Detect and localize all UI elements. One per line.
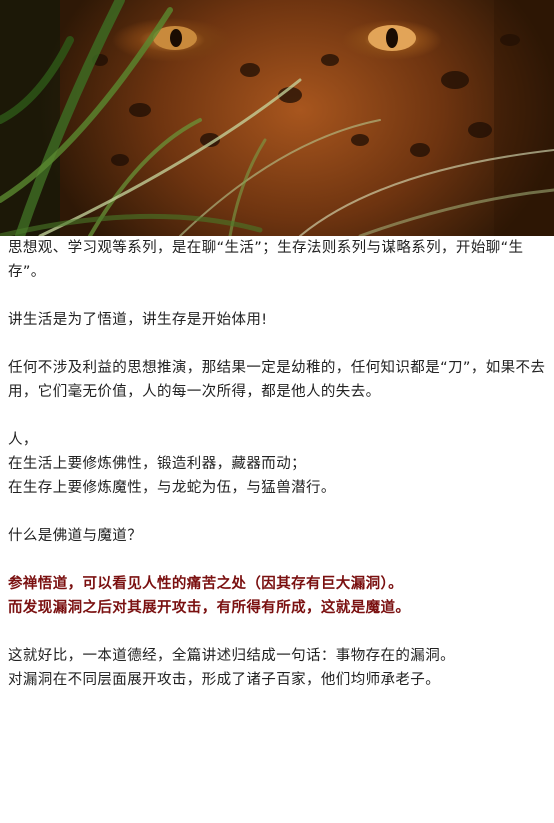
paragraph-person: 人， — [8, 432, 38, 448]
paragraph-person-life: 在生活上要修炼佛性，锻造利器，藏器而动； — [8, 456, 306, 472]
emphasis-line-2: 而发现漏洞之后对其展开攻击，有所得有所成，这就是魔道。 — [8, 600, 411, 616]
paragraph-intro: 思想观、学习观等系列，是在聊“生活”；生存法则系列与谋略系列，开始聊“生存”。 — [8, 240, 524, 280]
jaguar-photo — [0, 0, 554, 236]
article-body: 思想观、学习观等系列，是在聊“生活”；生存法则系列与谋略系列，开始聊“生存”。 … — [0, 236, 554, 692]
paragraph-question: 什么是佛道与魔道？ — [8, 528, 143, 544]
paragraph-daodejing: 这就好比，一本道德经，全篇讲述归结成一句话：事物存在的漏洞。 — [8, 648, 455, 664]
emphasis-line-1: 参禅悟道，可以看见人性的痛苦之处（因其存有巨大漏洞）。 — [8, 576, 404, 592]
paragraph-person-survival: 在生存上要修炼魔性，与龙蛇为伍，与猛兽潜行。 — [8, 480, 336, 496]
jaguar-illustration — [0, 0, 554, 236]
paragraph-knowledge: 任何不涉及利益的思想推演，那结果一定是幼稚的，任何知识都是“刀”，如果不去用，它… — [8, 360, 546, 400]
paragraph-purpose: 讲生活是为了悟道，讲生存是开始体用! — [8, 312, 268, 328]
grass-blades — [0, 0, 554, 236]
paragraph-schools: 对漏洞在不同层面展开攻击，形成了诸子百家，他们均师承老子。 — [8, 672, 441, 688]
